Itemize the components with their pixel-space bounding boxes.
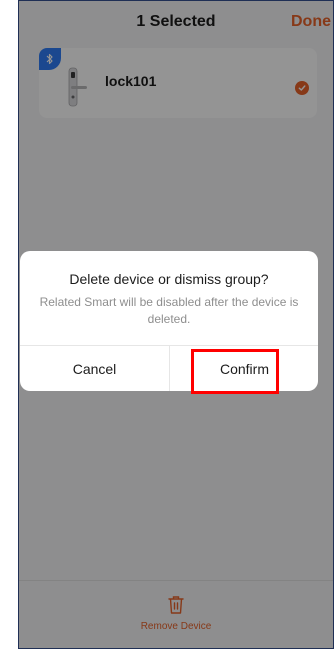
dialog-message: Related Smart will be disabled after the… — [39, 295, 299, 326]
delete-confirmation-dialog: Delete device or dismiss group? Related … — [20, 251, 318, 391]
dialog-title: Delete device or dismiss group? — [69, 271, 269, 287]
cancel-button[interactable]: Cancel — [20, 346, 169, 391]
confirm-button[interactable]: Confirm — [170, 346, 318, 391]
